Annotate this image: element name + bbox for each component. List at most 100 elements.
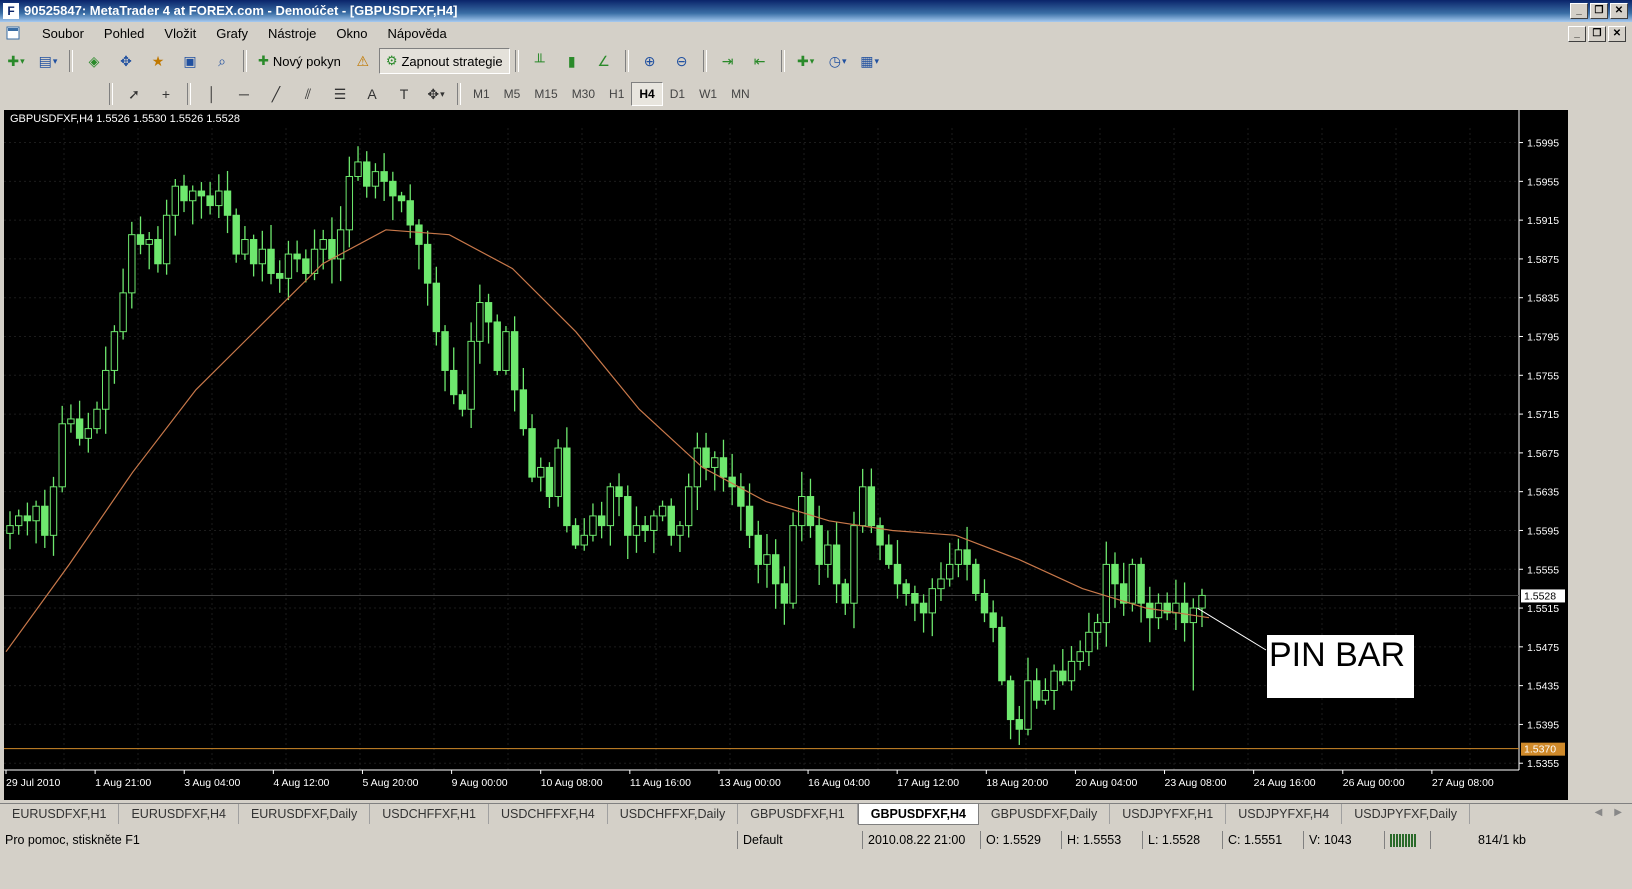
text-icon[interactable]: A — [359, 82, 385, 106]
y-tick-label: 1.5875 — [1527, 254, 1559, 266]
menu-4[interactable]: Nástroje — [258, 26, 326, 41]
candle-body — [476, 302, 484, 342]
navigator-icon[interactable]: ✥ — [113, 49, 139, 73]
close-icon[interactable]: ✕ — [1610, 3, 1628, 19]
chart-tab[interactable]: USDCHFFXF,H1 — [370, 804, 489, 824]
tester-icon[interactable]: ⌕ — [209, 49, 235, 73]
timeframe-mn[interactable]: MN — [724, 83, 757, 105]
profiles-icon[interactable]: ▤ — [35, 49, 61, 73]
x-tick-label: 29 Jul 2010 — [6, 777, 60, 789]
mdi-controls: _ ❐ ✕ — [1568, 26, 1626, 42]
candle-body — [537, 466, 545, 478]
candle-body — [589, 515, 597, 536]
menu-5[interactable]: Okno — [326, 26, 377, 41]
y-tick-label: 1.5835 — [1527, 293, 1559, 305]
market-watch-icon[interactable]: ◈ — [81, 49, 107, 73]
timeframe-h1[interactable]: H1 — [602, 83, 631, 105]
candle-body — [1024, 680, 1032, 730]
candle-body — [432, 282, 441, 333]
candle-body — [1006, 680, 1015, 721]
menu-0[interactable]: Soubor — [32, 26, 94, 41]
chart-tab[interactable]: GBPUSDFXF,H1 — [738, 804, 858, 824]
x-tick-label: 16 Aug 04:00 — [808, 777, 870, 789]
terminal-icon[interactable]: ▣ — [177, 49, 203, 73]
zoom-in-icon[interactable]: ⊕ — [637, 49, 663, 73]
candle-body — [1059, 670, 1067, 682]
crosshair-icon[interactable]: + — [153, 82, 179, 106]
channel-icon[interactable]: ⫽ — [295, 82, 321, 106]
window-controls: _ ❐ ✕ — [1570, 3, 1628, 19]
scroll-left-icon[interactable]: ◀ — [1595, 807, 1603, 818]
vertical-line-icon[interactable]: │ — [199, 82, 225, 106]
y-tick-label: 1.5675 — [1527, 448, 1559, 460]
warning-icon[interactable]: ⚠ — [350, 49, 376, 73]
mdi-restore-icon[interactable]: ❐ — [1588, 26, 1606, 42]
timeframe-m5[interactable]: M5 — [497, 83, 528, 105]
new-order-button[interactable]: ✚ Nový pokyn — [252, 49, 347, 73]
fibonacci-icon[interactable]: ☰ — [327, 82, 353, 106]
chart-tab[interactable]: GBPUSDFXF,Daily — [979, 804, 1111, 824]
menu-2[interactable]: Vložit — [154, 26, 206, 41]
candle-body — [937, 578, 945, 590]
candle-body — [1032, 680, 1041, 701]
candle-chart-icon[interactable]: ▮ — [559, 49, 585, 73]
chart-tab[interactable]: USDJPYFXF,H4 — [1226, 804, 1343, 824]
chart-tab[interactable]: USDJPYFXF,H1 — [1110, 804, 1227, 824]
strategies-button[interactable]: ⚙ Zapnout strategie — [378, 48, 510, 74]
chart-tab[interactable]: GBPUSDFXF,H4 — [857, 804, 979, 825]
auto-scroll-icon[interactable]: ⇥ — [715, 49, 741, 73]
bar-chart-icon[interactable]: ╨ — [527, 49, 553, 73]
timeframe-m15[interactable]: M15 — [527, 83, 564, 105]
templates-icon[interactable]: ▦ — [857, 49, 883, 73]
chart-tab[interactable]: USDJPYFXF,Daily — [1342, 804, 1470, 824]
indicators-icon[interactable]: ✚ — [793, 49, 819, 73]
status-open: O: 1.5529 — [980, 831, 1062, 849]
y-tick-label: 1.5915 — [1527, 215, 1559, 227]
chart-window[interactable]: 1.5995 1.5955 1.5915 1.5875 1.5835 1.5795 1.57… — [4, 110, 1568, 800]
status-help: Pro pomoc, stiskněte F1 — [5, 833, 140, 847]
menu-1[interactable]: Pohled — [94, 26, 154, 41]
candle-body — [397, 195, 406, 202]
candle-body — [998, 626, 1006, 682]
status-datetime: 2010.08.22 21:00 — [862, 831, 980, 849]
horizontal-line-icon[interactable]: ─ — [231, 82, 257, 106]
new-order-label: Nový pokyn — [272, 53, 341, 69]
chart-shift-icon[interactable]: ⇤ — [747, 49, 773, 73]
mdi-minimize-icon[interactable]: _ — [1568, 26, 1586, 42]
timeframe-h4[interactable]: H4 — [631, 82, 663, 106]
new-chart-icon[interactable]: ✚ — [3, 49, 29, 73]
line-chart-icon[interactable]: ∠ — [591, 49, 617, 73]
timeframe-m1[interactable]: M1 — [466, 83, 497, 105]
trendline-icon[interactable]: ╱ — [263, 82, 289, 106]
pin-bar-pointer — [1197, 607, 1267, 651]
candle-body — [632, 525, 641, 536]
candle-body — [363, 161, 371, 187]
candle-body — [1085, 631, 1093, 653]
chart-tab[interactable]: EURUSDFXF,H4 — [119, 804, 239, 824]
pin-bar-annotation[interactable]: PIN BAR — [1267, 635, 1414, 698]
chart-tab[interactable]: EURUSDFXF,Daily — [239, 804, 371, 824]
arrows-icon[interactable]: ✥ — [423, 82, 449, 106]
timeframe-w1[interactable]: W1 — [692, 83, 724, 105]
mdi-close-icon[interactable]: ✕ — [1608, 26, 1626, 42]
zoom-out-icon[interactable]: ⊖ — [669, 49, 695, 73]
chart-tab[interactable]: EURUSDFXF,H1 — [0, 804, 120, 824]
periods-icon[interactable]: ◷ — [825, 49, 851, 73]
document-icon[interactable] — [5, 25, 21, 41]
chart-tab[interactable]: USDCHFFXF,Daily — [608, 804, 739, 824]
minimize-icon[interactable]: _ — [1570, 3, 1588, 19]
restore-icon[interactable]: ❐ — [1590, 3, 1608, 19]
chart-tab[interactable]: USDCHFFXF,H4 — [489, 804, 608, 824]
timeframe-bar: M1 M5 M15 M30 H1 H4 D1 W1 MN — [466, 82, 757, 106]
menu-3[interactable]: Grafy — [206, 26, 258, 41]
timeframe-d1[interactable]: D1 — [663, 83, 692, 105]
cursor-icon[interactable]: ➚ — [121, 82, 147, 106]
history-icon[interactable]: ★ — [145, 49, 171, 73]
separator — [243, 50, 247, 72]
scroll-right-icon[interactable]: ▶ — [1614, 807, 1622, 818]
timeframe-m30[interactable]: M30 — [565, 83, 602, 105]
candle-body — [15, 515, 23, 527]
label-icon[interactable]: T — [391, 82, 417, 106]
separator — [514, 50, 519, 72]
menu-6[interactable]: Nápověda — [378, 26, 457, 41]
